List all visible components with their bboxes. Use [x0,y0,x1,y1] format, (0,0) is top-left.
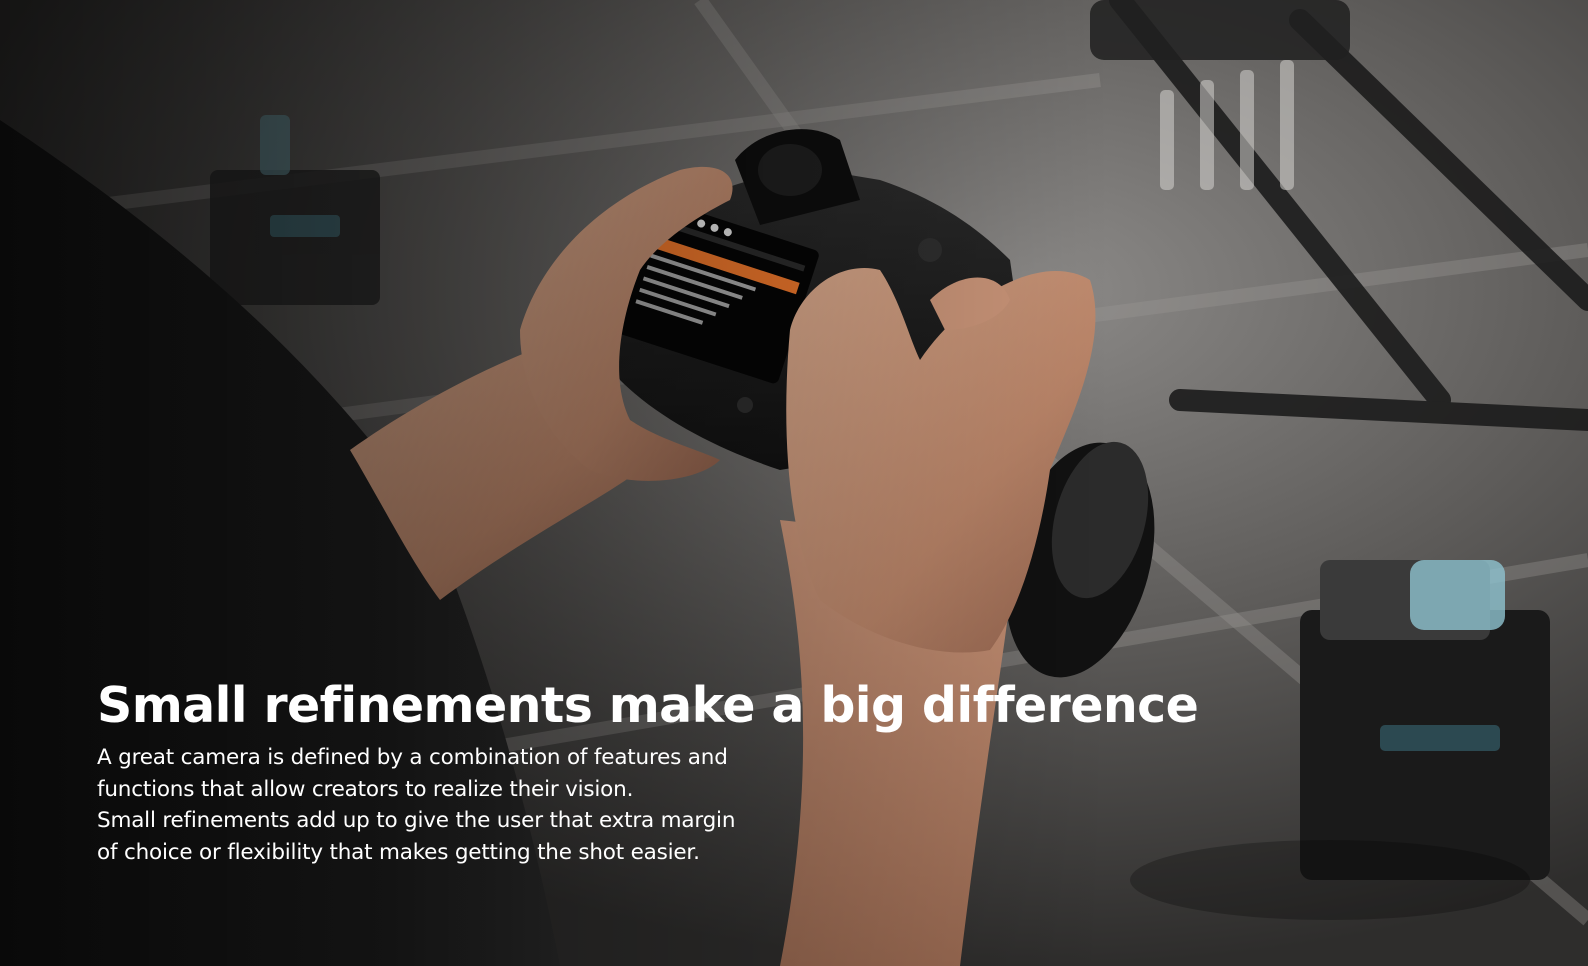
hero-body-line: functions that allow creators to realize… [97,776,634,802]
hero-section: Small refinements make a big difference … [0,0,1588,966]
hero-body-line: Small refinements add up to give the use… [97,808,736,833]
hero-body-line: A great camera is defined by a combinati… [97,745,728,770]
hero-body: A great camera is defined by a combinati… [97,742,1197,868]
hero-copy: Small refinements make a big difference … [97,676,1199,868]
hero-headline: Small refinements make a big difference [97,677,1199,734]
hero-body-line: of choice or flexibility that makes gett… [97,839,700,865]
